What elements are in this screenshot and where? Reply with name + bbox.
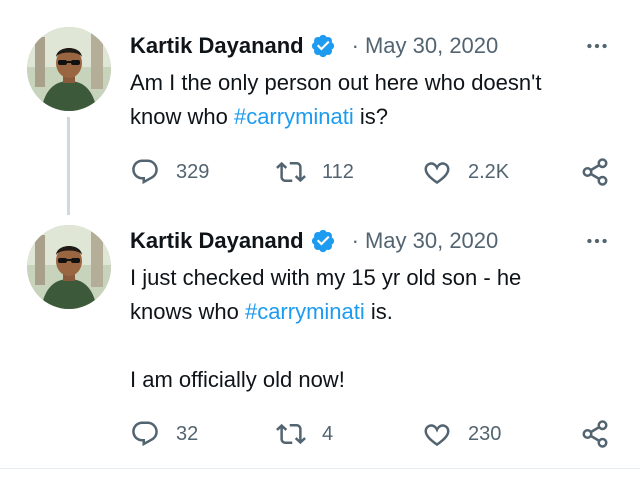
retweet-button[interactable]: 112	[276, 155, 354, 189]
hashtag-link[interactable]: #carryminati	[234, 104, 354, 129]
author-name[interactable]: Kartik Dayanand	[130, 228, 304, 254]
tweet[interactable]: Kartik Dayanand · May 30, 2020 Am I the …	[0, 0, 640, 215]
more-icon	[587, 43, 607, 49]
hashtag-link[interactable]: #carryminati	[245, 299, 365, 324]
share-button[interactable]	[580, 155, 610, 189]
like-button[interactable]: 2.2K	[422, 155, 509, 189]
tweet-actions: 329 112 2.2K	[130, 155, 620, 189]
retweet-count: 4	[322, 422, 334, 445]
reply-icon	[132, 421, 158, 447]
verified-badge-icon	[311, 229, 334, 253]
like-count: 230	[468, 422, 502, 445]
tweet-text: I just checked with my 15 yr old son - h…	[130, 261, 610, 397]
tweet-header: Kartik Dayanand · May 30, 2020	[130, 31, 498, 61]
reply-button[interactable]: 32	[130, 417, 198, 451]
reply-button[interactable]: 329	[130, 155, 209, 189]
like-button[interactable]: 230	[422, 417, 501, 451]
tweet-actions: 32 4 230	[130, 417, 620, 451]
more-options-button[interactable]	[582, 226, 612, 256]
like-icon	[424, 162, 450, 185]
author-name[interactable]: Kartik Dayanand	[130, 33, 304, 59]
separator-dot: ·	[351, 33, 359, 58]
separator-dot: ·	[351, 228, 359, 253]
retweet-icon	[276, 161, 306, 183]
tweet-text-segment: is.	[364, 299, 393, 324]
avatar-photo	[27, 225, 111, 309]
tweet-text-line: knows who #carryminati is.	[130, 295, 610, 329]
like-count: 2.2K	[468, 160, 510, 183]
tweet-text-segment: is?	[353, 104, 389, 129]
reply-count: 329	[176, 160, 210, 183]
tweet-header: Kartik Dayanand · May 30, 2020	[130, 226, 498, 256]
reply-count: 32	[176, 422, 199, 445]
tweet-date[interactable]: May 30, 2020	[365, 33, 498, 59]
thread-connector-line	[67, 117, 70, 215]
like-icon	[424, 424, 450, 447]
bottom-divider	[0, 468, 640, 469]
share-button[interactable]	[580, 417, 610, 451]
tweet-text-line: I just checked with my 15 yr old son - h…	[130, 265, 522, 290]
tweet-text-line: know who #carryminati is?	[130, 100, 610, 134]
avatar[interactable]	[27, 27, 111, 111]
tweet-text-line: Am I the only person out here who doesn'…	[130, 70, 542, 95]
tweet-text-line: I am officially old now!	[130, 367, 345, 392]
retweet-button[interactable]: 4	[276, 417, 333, 451]
tweet-text-segment: knows who	[130, 299, 245, 324]
verified-badge-icon	[311, 34, 334, 58]
retweet-count: 112	[322, 160, 354, 183]
tweet-date[interactable]: May 30, 2020	[365, 228, 498, 254]
tweet-text: Am I the only person out here who doesn'…	[130, 66, 610, 134]
share-icon	[582, 158, 608, 186]
retweet-icon	[276, 423, 306, 445]
avatar[interactable]	[27, 225, 111, 309]
tweet[interactable]: Kartik Dayanand · May 30, 2020 I just ch…	[0, 213, 640, 468]
reply-icon	[132, 159, 158, 185]
share-icon	[582, 420, 608, 448]
more-options-button[interactable]	[582, 31, 612, 61]
more-icon	[587, 238, 607, 244]
tweet-text-segment: know who	[130, 104, 234, 129]
avatar-photo	[27, 27, 111, 111]
